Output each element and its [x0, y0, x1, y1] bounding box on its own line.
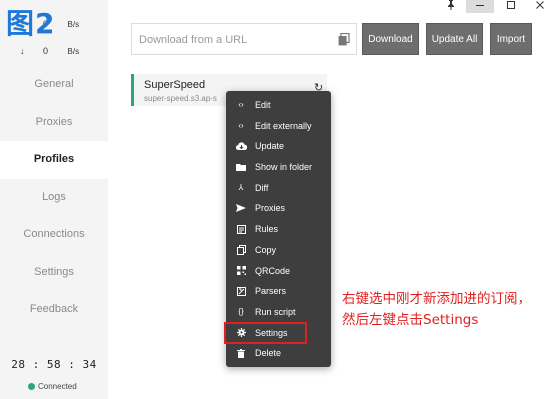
maximize-button[interactable] — [497, 0, 525, 13]
profile-url: super-speed.s3.ap-s — [144, 94, 217, 103]
sidebar-item-logs[interactable]: Logs — [0, 179, 108, 217]
sidebar-nav: General Proxies Profiles Logs Connection… — [0, 66, 108, 329]
menu-item-label: Edit externally — [255, 120, 312, 131]
sidebar: ↑ 0 B/s ↓ 0 B/s 图2 General Proxies Profi… — [0, 0, 108, 399]
annotation-line-1: 右键选中刚才新添加进的订阅， — [342, 291, 531, 307]
figure-label: 图2 — [6, 7, 56, 40]
menu-item-parsers[interactable]: Parsers — [226, 281, 331, 302]
annotation-line-2: 然后左键点击Settings — [342, 312, 479, 328]
download-button[interactable]: Download — [362, 23, 419, 55]
code-icon: {} — [238, 306, 244, 316]
download-value: 0 — [43, 46, 49, 56]
instruction-annotation: 右键选中刚才新添加进的订阅， 然后左键点击Settings — [342, 289, 531, 331]
menu-item-proxies[interactable]: Proxies — [226, 198, 331, 219]
sidebar-item-feedback[interactable]: Feedback — [0, 291, 108, 329]
sidebar-item-proxies[interactable]: Proxies — [0, 104, 108, 142]
menu-item-label: Delete — [255, 348, 282, 359]
menu-item-label: Diff — [255, 182, 269, 193]
menu-item-update[interactable]: Update — [226, 136, 331, 157]
menu-item-show-in-folder[interactable]: Show in folder — [226, 157, 331, 178]
menu-item-run-script[interactable]: {} Run script — [226, 302, 331, 323]
upload-unit: B/s — [67, 20, 80, 29]
menu-item-edit-externally[interactable]: ‹› Edit externally — [226, 116, 331, 137]
menu-item-label: Run script — [255, 306, 296, 317]
folder-icon — [235, 157, 247, 178]
diff-icon: ⅄ — [238, 182, 244, 192]
sidebar-item-settings[interactable]: Settings — [0, 254, 108, 292]
update-all-button[interactable]: Update All — [426, 23, 483, 55]
menu-item-delete[interactable]: Delete — [226, 343, 331, 364]
cloud-download-icon — [235, 136, 247, 157]
menu-item-qrcode[interactable]: QRCode — [226, 261, 331, 282]
sidebar-item-connections[interactable]: Connections — [0, 216, 108, 254]
sidebar-item-profiles[interactable]: Profiles — [0, 141, 108, 179]
pin-icon[interactable] — [437, 0, 465, 13]
import-button[interactable]: Import — [490, 23, 532, 55]
list-icon — [235, 219, 247, 240]
code-icon: ‹› — [238, 100, 244, 109]
close-button[interactable] — [526, 0, 554, 13]
menu-item-copy[interactable]: Copy — [226, 240, 331, 261]
paste-icon[interactable] — [338, 33, 350, 46]
download-arrow-icon: ↓ — [20, 46, 25, 56]
download-speed: ↓ 0 B/s — [20, 46, 79, 56]
menu-item-diff[interactable]: ⅄ Diff — [226, 178, 331, 199]
qrcode-icon — [235, 261, 247, 282]
menu-item-rules[interactable]: Rules — [226, 219, 331, 240]
status-label: Connected — [38, 382, 77, 391]
connection-status: Connected — [28, 382, 77, 391]
copy-icon — [235, 240, 247, 261]
minimize-button[interactable] — [466, 0, 494, 13]
trash-icon — [235, 343, 247, 364]
menu-item-label: Parsers — [255, 286, 287, 297]
menu-item-label: Update — [255, 141, 285, 152]
url-input[interactable] — [139, 31, 329, 49]
sidebar-item-general[interactable]: General — [0, 66, 108, 104]
menu-item-label: Proxies — [255, 203, 286, 214]
menu-item-label: QRCode — [255, 265, 291, 276]
code-icon: ‹› — [238, 120, 244, 130]
profile-name: SuperSpeed — [144, 79, 206, 91]
menu-item-label: Show in folder — [255, 162, 313, 173]
settings-highlight-box — [224, 322, 307, 344]
menu-item-label: Rules — [255, 224, 279, 235]
parser-icon — [235, 281, 247, 302]
download-unit: B/s — [67, 47, 80, 56]
menu-item-edit[interactable]: ‹› Edit — [226, 95, 331, 116]
send-icon — [235, 198, 247, 219]
status-dot-icon — [28, 383, 35, 390]
url-field — [131, 23, 357, 55]
menu-item-label: Edit — [255, 100, 271, 110]
menu-item-label: Copy — [255, 244, 277, 255]
uptime-clock: 28 : 58 : 34 — [11, 358, 97, 371]
